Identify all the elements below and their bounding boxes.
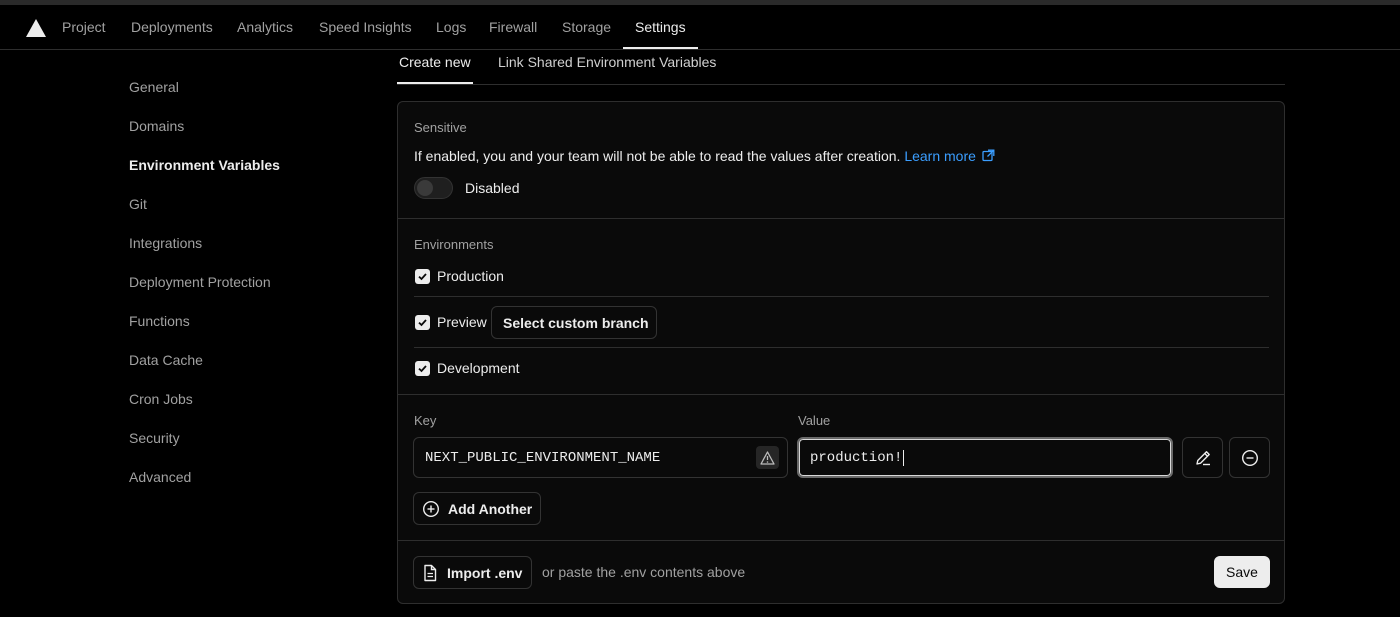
sidebar-item-advanced[interactable]: Advanced: [129, 469, 191, 485]
nav-active-indicator: [623, 47, 698, 49]
learn-more-label: Learn more: [904, 148, 976, 164]
env-var-form-card: Sensitive If enabled, you and your team …: [397, 101, 1285, 604]
nav-speed-insights[interactable]: Speed Insights: [319, 5, 412, 49]
development-label: Development: [437, 360, 520, 376]
external-link-icon: [982, 149, 995, 162]
section-divider: [398, 394, 1284, 395]
warning-triangle-icon: [760, 450, 775, 465]
add-another-button[interactable]: Add Another: [413, 492, 541, 525]
text-caret: [903, 449, 905, 466]
development-checkbox[interactable]: [415, 361, 430, 376]
tab-create-new[interactable]: Create new: [399, 54, 471, 70]
sidebar-item-git[interactable]: Git: [129, 196, 147, 212]
sidebar-item-functions[interactable]: Functions: [129, 313, 190, 329]
file-icon: [424, 564, 437, 581]
environment-divider: [414, 347, 1269, 348]
import-env-button[interactable]: Import .env: [413, 556, 532, 589]
nav-settings[interactable]: Settings: [635, 5, 686, 49]
toggle-knob: [417, 180, 433, 196]
check-icon: [418, 319, 427, 327]
add-another-label: Add Another: [448, 500, 533, 517]
learn-more-link[interactable]: Learn more: [904, 148, 995, 164]
sensitive-description-text: If enabled, you and your team will not b…: [414, 148, 901, 164]
preview-checkbox[interactable]: [415, 315, 430, 330]
value-label: Value: [798, 413, 831, 428]
nav-logs[interactable]: Logs: [436, 5, 466, 49]
nav-firewall[interactable]: Firewall: [489, 5, 537, 49]
environments-title: Environments: [414, 237, 494, 252]
sidebar-item-general[interactable]: General: [129, 79, 179, 95]
section-divider: [398, 218, 1284, 219]
nav-project[interactable]: Project: [62, 5, 106, 49]
save-button[interactable]: Save: [1214, 556, 1270, 588]
minus-circle-icon: [1241, 449, 1258, 466]
edit-button[interactable]: [1182, 437, 1223, 478]
check-icon: [418, 365, 427, 373]
pencil-icon: [1195, 450, 1210, 465]
check-icon: [418, 273, 427, 281]
sidebar-item-deployment-protection[interactable]: Deployment Protection: [129, 274, 271, 290]
nav-analytics[interactable]: Analytics: [237, 5, 293, 49]
production-checkbox[interactable]: [415, 269, 430, 284]
sidebar-item-cron-jobs[interactable]: Cron Jobs: [129, 391, 193, 407]
save-label: Save: [1226, 564, 1258, 580]
import-env-label: Import .env: [447, 564, 523, 581]
nav-storage[interactable]: Storage: [562, 5, 611, 49]
preview-label: Preview: [437, 314, 487, 330]
nav-deployments[interactable]: Deployments: [131, 5, 213, 49]
section-divider: [398, 540, 1284, 541]
key-label: Key: [414, 413, 437, 428]
select-custom-branch-button[interactable]: Select custom branch: [491, 306, 657, 339]
sidebar-item-data-cache[interactable]: Data Cache: [129, 352, 203, 368]
vercel-logo-icon[interactable]: [26, 19, 46, 37]
top-navigation: Project Deployments Analytics Speed Insi…: [0, 5, 1400, 50]
sidebar-item-integrations[interactable]: Integrations: [129, 235, 202, 251]
warning-badge[interactable]: [756, 446, 779, 469]
paste-hint: or paste the .env contents above: [542, 564, 746, 580]
tab-active-indicator: [397, 82, 473, 84]
sensitive-title: Sensitive: [414, 120, 467, 135]
sensitive-toggle[interactable]: [414, 177, 453, 199]
sensitive-description: If enabled, you and your team will not b…: [414, 148, 995, 164]
environment-divider: [414, 296, 1269, 297]
value-input-value: production!: [810, 449, 903, 466]
remove-button[interactable]: [1229, 437, 1270, 478]
sidebar-item-domains[interactable]: Domains: [129, 118, 184, 134]
tab-link-shared[interactable]: Link Shared Environment Variables: [498, 54, 716, 70]
sidebar-item-environment-variables[interactable]: Environment Variables: [129, 157, 280, 173]
select-custom-branch-label: Select custom branch: [503, 314, 649, 331]
sidebar-item-security[interactable]: Security: [129, 430, 180, 446]
tabs-divider: [397, 84, 1285, 85]
value-input[interactable]: production!: [797, 437, 1173, 478]
plus-circle-icon: [422, 500, 440, 517]
key-input[interactable]: NEXT_PUBLIC_ENVIRONMENT_NAME: [413, 437, 788, 478]
sensitive-toggle-label: Disabled: [465, 180, 520, 196]
key-input-value: NEXT_PUBLIC_ENVIRONMENT_NAME: [425, 449, 661, 466]
production-label: Production: [437, 268, 504, 284]
